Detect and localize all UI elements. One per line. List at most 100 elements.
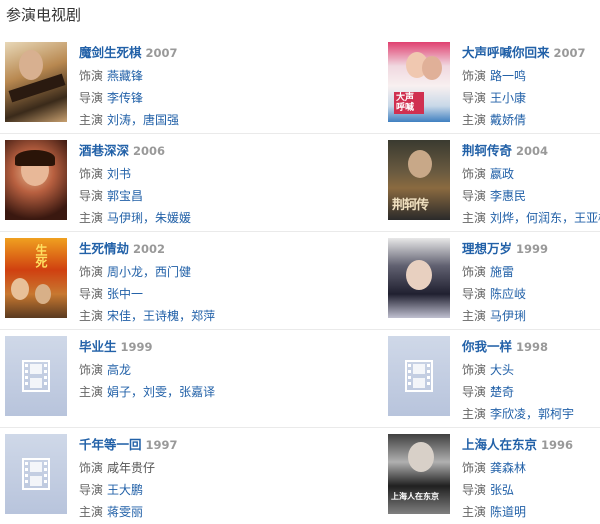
actor-link[interactable]: 陈道明 <box>490 505 526 519</box>
director-link[interactable]: 郭宝昌 <box>107 189 143 203</box>
poster-text: 荆轲传 <box>392 198 429 213</box>
section-title: 参演电视剧 <box>6 6 82 24</box>
series-title[interactable]: 荆轲传奇 <box>462 143 512 158</box>
actor-link[interactable]: 王诗槐 <box>143 309 179 323</box>
role-link[interactable]: 高龙 <box>107 363 131 377</box>
actor-link[interactable]: 唐国强 <box>143 113 179 127</box>
actor-link[interactable]: 蒋雯丽 <box>107 505 143 519</box>
poster-image[interactable] <box>5 140 67 220</box>
director-link[interactable]: 张弘 <box>490 483 514 497</box>
series-year: 1999 <box>516 242 549 256</box>
actor-link[interactable]: 戴娇倩 <box>490 113 526 127</box>
actor-link[interactable]: 马伊琍 <box>107 211 143 225</box>
starring-label: 主演 <box>462 309 487 323</box>
series-card: 生死 生死情劫 2002 饰演 周小龙，西门健 导演 张中一 主演 宋佳，王诗槐，郑萍 <box>0 232 300 330</box>
series-title[interactable]: 生死情劫 <box>79 241 129 256</box>
film-icon <box>22 360 50 392</box>
role-link[interactable]: 龚森林 <box>490 461 526 475</box>
starring-label: 主演 <box>79 505 104 519</box>
series-title[interactable]: 魔剑生死棋 <box>79 45 142 60</box>
series-year: 2004 <box>516 144 549 158</box>
starring-label: 主演 <box>79 113 104 127</box>
role-link[interactable]: 西门健 <box>155 265 191 279</box>
actor-link[interactable]: 李欣凌 <box>490 407 526 421</box>
series-year: 1999 <box>120 340 153 354</box>
series-year: 2006 <box>133 144 166 158</box>
director-link[interactable]: 张中一 <box>107 287 143 301</box>
actor-link[interactable]: 刘雯 <box>143 385 167 399</box>
grid-row: 生死 生死情劫 2002 饰演 周小龙，西门健 导演 张中一 主演 宋佳，王诗槐，郑萍 … <box>0 232 600 330</box>
actor-link[interactable]: 郭柯宇 <box>538 407 574 421</box>
poster-text: 上海人在东京 <box>391 491 439 501</box>
series-card: 大声呼喊 大声呼喊你回来 2007 饰演 路一鸣 导演 王小康 主演 戴娇倩 <box>383 36 600 134</box>
actor-link[interactable]: 朱媛媛 <box>155 211 191 225</box>
role-link[interactable]: 大头 <box>490 363 514 377</box>
starring-label: 主演 <box>79 309 104 323</box>
grid-row: 魔剑生死棋 2007 饰演 燕藏锋 导演 李传锋 主演 刘涛，唐国强 大声呼喊 大声呼喊… <box>0 36 600 134</box>
poster-placeholder[interactable] <box>5 434 67 514</box>
role-link[interactable]: 周小龙 <box>107 265 143 279</box>
series-card: 毕业生 1999 饰演 高龙 主演 娟子，刘雯，张嘉译 <box>0 330 300 428</box>
poster-image[interactable]: 生死 <box>5 238 67 318</box>
actor-link[interactable]: 王亚楠 <box>574 211 600 225</box>
director-link[interactable]: 李惠民 <box>490 189 526 203</box>
director-label: 导演 <box>462 385 487 399</box>
starring-label: 主演 <box>462 211 487 225</box>
director-label: 导演 <box>462 91 487 105</box>
director-link[interactable]: 李传锋 <box>107 91 143 105</box>
role-link[interactable]: 路一鸣 <box>490 69 526 83</box>
series-title[interactable]: 千年等一回 <box>79 437 142 452</box>
role-link[interactable]: 燕藏锋 <box>107 69 143 83</box>
director-link[interactable]: 王大鹏 <box>107 483 143 497</box>
role-label: 饰演 <box>462 69 487 83</box>
series-title[interactable]: 理想万岁 <box>462 241 512 256</box>
director-label: 导演 <box>79 189 104 203</box>
series-title[interactable]: 上海人在东京 <box>462 437 537 452</box>
series-card: 理想万岁 1999 饰演 施雷 导演 陈应岐 主演 马伊琍 <box>383 232 600 330</box>
poster-placeholder[interactable] <box>388 336 450 416</box>
series-title[interactable]: 酒巷深深 <box>79 143 129 158</box>
role-label: 饰演 <box>79 461 104 475</box>
role-link[interactable]: 刘书 <box>107 167 131 181</box>
director-link[interactable]: 王小康 <box>490 91 526 105</box>
series-card: 魔剑生死棋 2007 饰演 燕藏锋 导演 李传锋 主演 刘涛，唐国强 <box>0 36 300 134</box>
role-link[interactable]: 嬴政 <box>490 167 514 181</box>
actor-link[interactable]: 郑萍 <box>191 309 215 323</box>
actor-link[interactable]: 马伊琍 <box>490 309 526 323</box>
starring-label: 主演 <box>462 505 487 519</box>
series-card: 你我一样 1998 饰演 大头 导演 楚奇 主演 李欣凌，郭柯宇 <box>383 330 600 428</box>
series-year: 1997 <box>145 438 178 452</box>
role-label: 饰演 <box>79 69 104 83</box>
actor-link[interactable]: 何润东 <box>526 211 562 225</box>
series-title[interactable]: 大声呼喊你回来 <box>462 45 550 60</box>
actor-link[interactable]: 娟子 <box>107 385 131 399</box>
director-label: 导演 <box>462 287 487 301</box>
poster-image[interactable]: 上海人在东京 <box>388 434 450 514</box>
role-label: 饰演 <box>79 363 104 377</box>
poster-text: 生死 <box>34 244 48 268</box>
series-year: 1996 <box>541 438 574 452</box>
role-link[interactable]: 施雷 <box>490 265 514 279</box>
series-info: 魔剑生死棋 2007 饰演 燕藏锋 导演 李传锋 主演 刘涛，唐国强 <box>79 45 180 127</box>
series-card: 上海人在东京 上海人在东京 1996 饰演 龚森林 导演 张弘 主演 陈道明 <box>383 428 600 524</box>
poster-image[interactable] <box>388 238 450 318</box>
role-label: 饰演 <box>79 265 104 279</box>
poster-image[interactable]: 大声呼喊 <box>388 42 450 122</box>
film-icon <box>22 458 50 490</box>
director-label: 导演 <box>79 287 104 301</box>
director-label: 导演 <box>79 91 104 105</box>
actor-link[interactable]: 刘烨 <box>490 211 514 225</box>
actor-link[interactable]: 刘涛 <box>107 113 131 127</box>
series-info: 大声呼喊你回来 2007 饰演 路一鸣 导演 王小康 主演 戴娇倩 <box>462 45 586 131</box>
poster-image[interactable] <box>5 42 67 122</box>
actor-link[interactable]: 张嘉译 <box>179 385 215 399</box>
poster-image[interactable]: 荆轲传 <box>388 140 450 220</box>
series-year: 1998 <box>516 340 549 354</box>
director-link[interactable]: 楚奇 <box>490 385 514 399</box>
series-title[interactable]: 毕业生 <box>79 339 117 354</box>
series-title[interactable]: 你我一样 <box>462 339 512 354</box>
poster-placeholder[interactable] <box>5 336 67 416</box>
actor-link[interactable]: 宋佳 <box>107 309 131 323</box>
director-link[interactable]: 陈应岐 <box>490 287 526 301</box>
series-info: 毕业生 1999 饰演 高龙 主演 娟子，刘雯，张嘉译 <box>79 339 216 399</box>
